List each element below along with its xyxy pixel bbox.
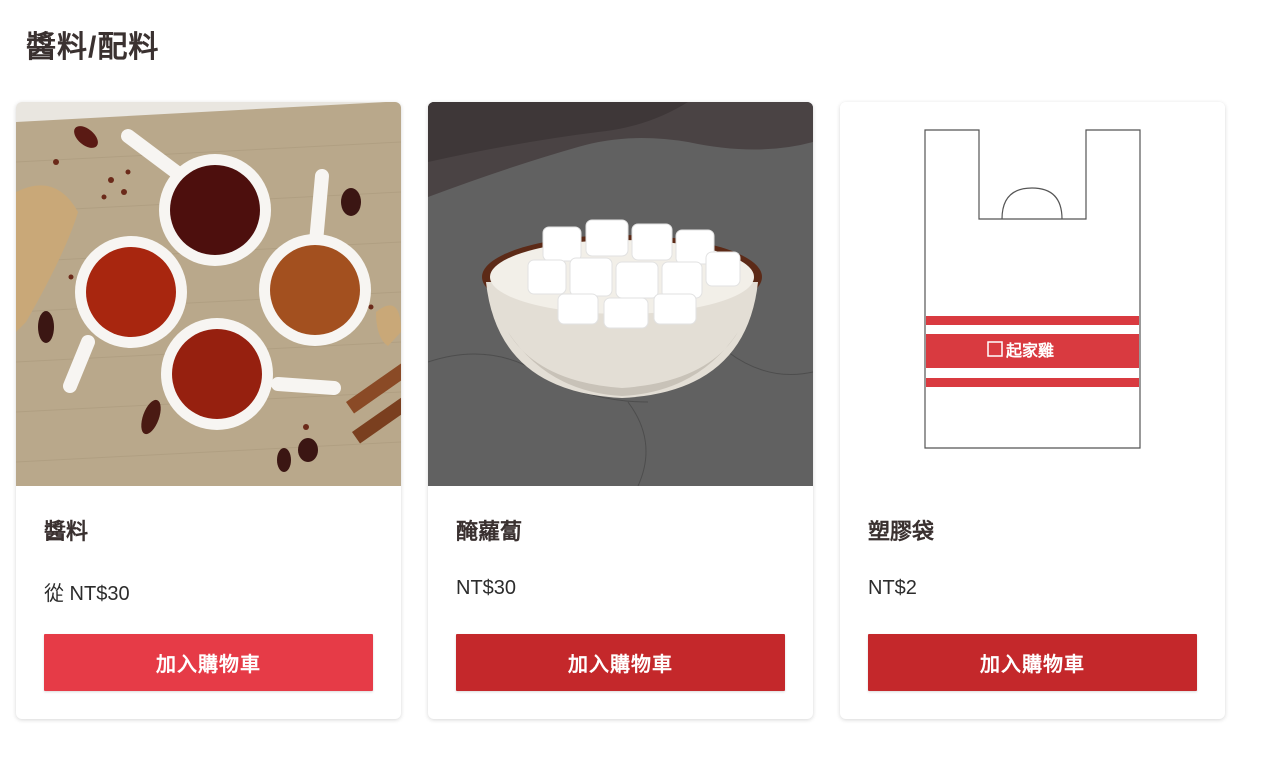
sauce-image[interactable] [16, 102, 401, 486]
product-name[interactable]: 塑膠袋 [868, 514, 934, 546]
product-price: 從 NT$30 [44, 583, 130, 605]
product-card-sauce: 醬料 從 NT$30 加入購物車 [16, 102, 401, 719]
add-to-cart-button[interactable]: 加入購物車 [44, 634, 373, 691]
product-name[interactable]: 醬料 [44, 514, 88, 546]
product-grid: 醬料 從 NT$30 加入購物車 醃蘿蔔 NT$30 加入購物車 起家雞 塑膠袋… [16, 102, 1225, 719]
plastic-bag-image[interactable]: 起家雞 [840, 102, 1225, 486]
product-card-pickled-radish: 醃蘿蔔 NT$30 加入購物車 [428, 102, 813, 719]
pickled-radish-image[interactable] [428, 102, 813, 486]
product-price: NT$30 [456, 577, 517, 599]
product-price: NT$2 [868, 577, 917, 599]
section-title: 醬料/配料 [26, 31, 160, 64]
product-name[interactable]: 醃蘿蔔 [456, 514, 522, 546]
bag-logo-text: 起家雞 [1005, 341, 1054, 360]
product-card-plastic-bag: 起家雞 塑膠袋 NT$2 加入購物車 [840, 102, 1225, 719]
add-to-cart-button[interactable]: 加入購物車 [868, 634, 1197, 691]
add-to-cart-button[interactable]: 加入購物車 [456, 634, 785, 691]
